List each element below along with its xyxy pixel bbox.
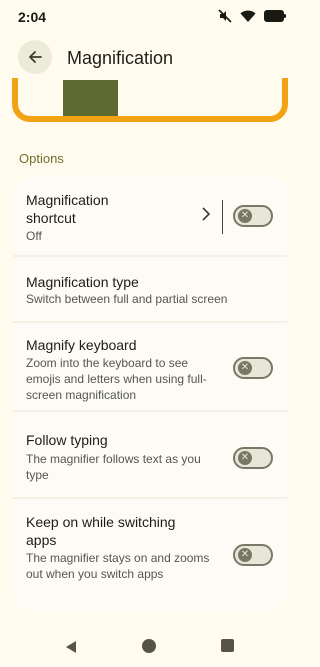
close-icon: ✕: [238, 548, 252, 562]
mute-icon: [218, 9, 232, 23]
magnify-keyboard-toggle[interactable]: ✕: [233, 357, 273, 379]
setting-magnification-shortcut[interactable]: Magnification shortcut Off ✕: [13, 177, 287, 257]
page-title: Magnification: [67, 48, 174, 68]
nav-recents-icon[interactable]: [221, 639, 234, 652]
setting-title: Magnification shortcut: [26, 192, 109, 226]
vertical-divider: [222, 200, 223, 234]
nav-home-icon[interactable]: [142, 639, 156, 653]
close-icon: ✕: [238, 209, 252, 223]
wifi-icon: [240, 10, 256, 22]
setting-title: Magnification type: [26, 274, 139, 290]
setting-subtitle: Zoom into the keyboard to see emojis and…: [26, 356, 207, 402]
close-icon: ✕: [238, 361, 252, 375]
nav-back-icon[interactable]: [64, 640, 78, 654]
preview-content-block: [63, 80, 118, 116]
status-bar: 2:04: [0, 0, 300, 36]
back-button[interactable]: [18, 40, 52, 74]
setting-title: Follow typing: [26, 432, 108, 448]
battery-icon: [264, 10, 286, 22]
section-title-options: Options: [19, 151, 64, 166]
options-card: Magnification shortcut Off ✕ Magnificati…: [13, 177, 287, 610]
setting-magnify-keyboard[interactable]: Magnify keyboard Zoom into the keyboard …: [13, 322, 287, 412]
setting-keep-on-switching-apps[interactable]: Keep on while switching apps The magnifi…: [13, 498, 287, 610]
setting-subtitle: Off: [26, 229, 42, 243]
setting-subtitle: Switch between full and partial screen: [26, 292, 228, 306]
keep-on-switching-apps-toggle[interactable]: ✕: [233, 544, 273, 566]
back-arrow-icon: [29, 51, 42, 63]
magnification-preview: [12, 78, 288, 122]
setting-title: Keep on while switching apps: [26, 514, 176, 548]
system-nav-bar: [0, 626, 300, 667]
magnifier-frame: [12, 78, 288, 122]
follow-typing-toggle[interactable]: ✕: [233, 447, 273, 469]
close-icon: ✕: [238, 451, 252, 465]
setting-title: Magnify keyboard: [26, 337, 137, 353]
setting-magnification-type[interactable]: Magnification type Switch between full a…: [13, 256, 287, 323]
status-icons: [218, 9, 286, 23]
setting-follow-typing[interactable]: Follow typing The magnifier follows text…: [13, 411, 287, 499]
setting-subtitle: The magnifier stays on and zooms out whe…: [26, 551, 210, 581]
status-time: 2:04: [18, 9, 47, 25]
chevron-right-icon[interactable]: [201, 207, 211, 221]
magnification-shortcut-toggle[interactable]: ✕: [233, 205, 273, 227]
app-bar: Magnification: [0, 38, 300, 78]
setting-subtitle: The magnifier follows text as you type: [26, 452, 201, 482]
